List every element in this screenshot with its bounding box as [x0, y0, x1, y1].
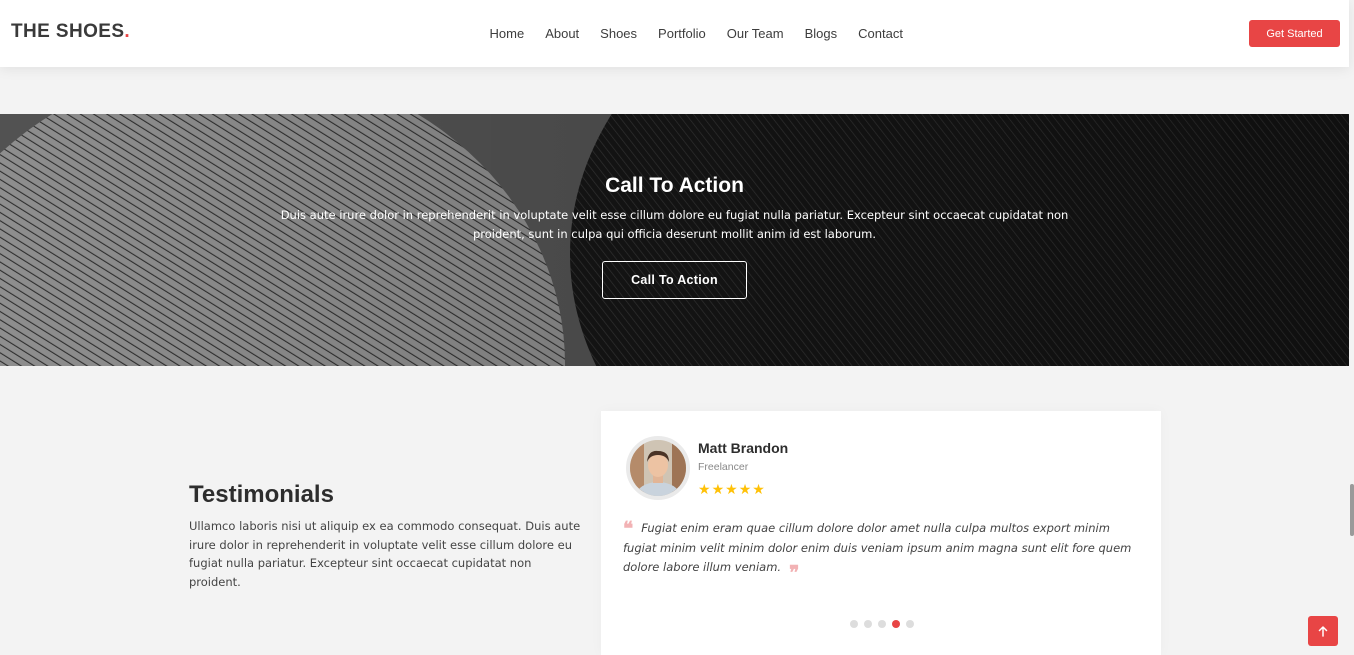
nav-our-team[interactable]: Our Team [727, 26, 784, 41]
testimonials-description: Ullamco laboris nisi ut aliquip ex ea co… [189, 519, 581, 589]
logo-text: THE SHOES [11, 21, 125, 42]
nav-portfolio[interactable]: Portfolio [658, 26, 706, 41]
call-to-action-section: Call To Action Duis aute irure dolor in … [0, 114, 1349, 366]
scrollbar-thumb[interactable] [1350, 484, 1354, 536]
avatar [626, 436, 690, 500]
pagination-dot[interactable] [878, 620, 886, 628]
testimonial-quote: ❝ Fugiat enim eram quae cillum dolore dol… [623, 518, 1143, 584]
carousel-pagination [850, 620, 914, 628]
nav-contact[interactable]: Contact [858, 26, 903, 41]
logo[interactable]: THE SHOES. [11, 21, 130, 43]
star-icon: ★ [752, 482, 765, 498]
call-to-action-button[interactable]: Call To Action [602, 261, 747, 299]
get-started-button[interactable]: Get Started [1249, 20, 1340, 47]
pagination-dot[interactable] [906, 620, 914, 628]
testimonial-quote-text: Fugiat enim eram quae cillum dolore dolo… [623, 521, 1132, 574]
pagination-dot[interactable] [850, 620, 858, 628]
star-icon: ★ [698, 482, 711, 498]
back-to-top-button[interactable] [1308, 616, 1338, 646]
nav-about[interactable]: About [545, 26, 579, 41]
nav-blogs[interactable]: Blogs [805, 26, 838, 41]
nav-shoes[interactable]: Shoes [600, 26, 637, 41]
page-scrollbar[interactable] [1349, 0, 1354, 655]
rating-stars: ★ ★ ★ ★ ★ [698, 482, 765, 498]
pagination-dot-active[interactable] [892, 620, 900, 628]
site-header: THE SHOES. Home About Shoes Portfolio Ou… [0, 0, 1349, 67]
cta-title: Call To Action [605, 174, 744, 197]
testimonial-role: Freelancer [698, 461, 749, 473]
testimonial-name: Matt Brandon [698, 440, 789, 456]
star-icon: ★ [738, 482, 752, 498]
arrow-up-icon [1318, 625, 1328, 637]
quote-open-icon: ❝ [623, 518, 634, 540]
logo-dot: . [124, 21, 131, 42]
main-nav: Home About Shoes Portfolio Our Team Blog… [479, 0, 913, 67]
testimonial-card: Matt Brandon Freelancer ★ ★ ★ ★ ★ ❝ Fugia… [601, 411, 1161, 655]
nav-home[interactable]: Home [490, 26, 525, 41]
testimonials-title: Testimonials [189, 481, 334, 508]
star-icon: ★ [711, 482, 725, 498]
pagination-dot[interactable] [864, 620, 872, 628]
quote-close-icon: ❞ [789, 562, 800, 584]
star-icon: ★ [725, 482, 738, 498]
cta-text: Duis aute irure dolor in reprehenderit i… [280, 208, 1069, 241]
